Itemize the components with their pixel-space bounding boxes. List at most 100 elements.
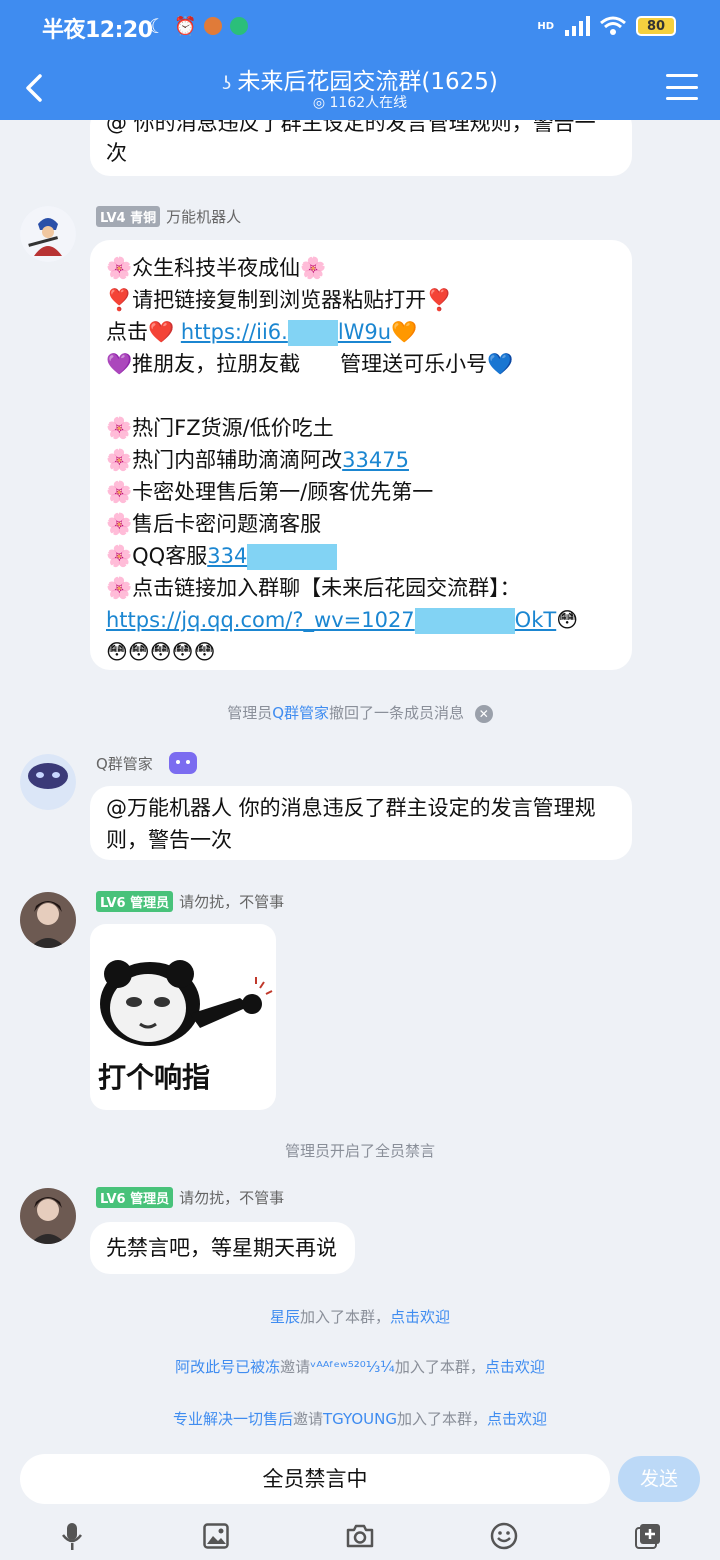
smiley-icon	[490, 1522, 518, 1550]
chat-header: ʖ 未来后花园交流群(1625) ◎ 1162人在线	[0, 56, 720, 120]
message-line: 🌸售后卡密问题滴客服	[106, 512, 322, 536]
menu-line	[666, 85, 698, 89]
camera-button[interactable]	[340, 1516, 380, 1556]
message-line: 🌸卡密处理售后第一/顾客优先第一	[106, 480, 434, 504]
system-message: 管理员开启了全员禁言	[284, 1142, 435, 1160]
system-message: 管理员Q群管家撤回了一条成员消息 ✕	[0, 702, 720, 723]
panda-meme-image	[100, 960, 273, 1046]
admin-avatar-icon	[20, 892, 76, 948]
message-link[interactable]: 33475	[342, 448, 409, 472]
message-text: 管理送可乐小号💙	[340, 352, 514, 376]
message-line: 🌸热门内部辅助滴滴阿改33475	[106, 444, 616, 476]
member-name[interactable]: TGYOUNG	[323, 1410, 397, 1428]
sender-name[interactable]: 请勿扰，不管事	[179, 891, 284, 912]
member-name[interactable]: 星辰	[270, 1308, 300, 1326]
message-bubble[interactable]: @ 你的消息违反了群主设定的发言管理规则，警告一次	[90, 120, 632, 176]
join-notice: 阿改此号已被冻邀请ᵛᴬᴬᶠᵉʷ⁵²⁰⅓¼加入了本群，点击欢迎	[0, 1356, 720, 1377]
avatar[interactable]	[20, 892, 76, 948]
chat-area[interactable]: @ 你的消息违反了群主设定的发言管理规则，警告一次 LV4 青铜 万能机器人 🌸…	[0, 120, 720, 1450]
welcome-link[interactable]: 点击欢迎	[485, 1358, 545, 1376]
avatar[interactable]	[20, 754, 76, 810]
status-right-icons: HD 80	[537, 16, 676, 36]
join-text: 邀请	[280, 1358, 311, 1376]
admin-avatar-icon	[20, 1188, 76, 1244]
avatar[interactable]	[20, 206, 76, 262]
welcome-link[interactable]: 点击欢迎	[487, 1410, 547, 1428]
online-icon: ◎	[312, 95, 330, 111]
message-link[interactable]: 334	[207, 544, 247, 568]
message-text: 🌸热门内部辅助滴滴阿改	[106, 448, 343, 472]
robot-badge-icon	[168, 752, 197, 774]
message-link[interactable]: OkT	[515, 608, 557, 632]
message-text: @万能机器人 你的消息违反了群主设定的发言管理规则，警告一次	[106, 796, 596, 852]
message-text: 💜推朋友，拉朋友截	[106, 352, 301, 376]
microphone-icon	[62, 1523, 82, 1550]
member-name[interactable]: 阿改此号已被冻	[175, 1358, 280, 1376]
join-text: 加入了本群，	[397, 1410, 488, 1428]
join-notice: 星辰加入了本群，点击欢迎	[0, 1306, 720, 1327]
message-input[interactable]: 全员禁言中	[20, 1454, 610, 1504]
system-text: 管理员	[227, 704, 273, 722]
sender-line: LV6 管理员 请勿扰，不管事	[96, 1187, 284, 1208]
message-bubble[interactable]: 🌸众生科技半夜成仙🌸 ❣️请把链接复制到浏览器粘贴打开❣️ 点击❤️ https…	[90, 240, 632, 670]
app-notify-icon	[204, 17, 223, 35]
message-line: https://jq.qq.com/?_wv=1027 OkT😳	[106, 604, 616, 636]
close-icon[interactable]: ✕	[474, 705, 493, 723]
welcome-link[interactable]: 点击欢迎	[390, 1308, 450, 1326]
join-text: 加入了本群，	[394, 1358, 485, 1376]
message-line: 🌸众生科技半夜成仙🌸	[106, 256, 327, 280]
message-bubble[interactable]: 先禁言吧，等星期天再说	[90, 1222, 355, 1274]
message-line: 🌸点击链接加入群聊【未来后花园交流群】：	[106, 576, 521, 600]
send-button[interactable]: 发送	[618, 1456, 700, 1502]
image-icon	[203, 1523, 229, 1549]
group-title-wrap[interactable]: ʖ 未来后花园交流群(1625)	[0, 62, 720, 96]
more-button[interactable]	[628, 1516, 668, 1556]
robot-avatar-icon	[20, 754, 76, 810]
ear-icon: ʖ	[222, 73, 232, 94]
message-text: 😳	[556, 608, 579, 632]
message-line: 点击❤️ https://ii6. lW9u🧡	[106, 316, 616, 348]
message-text: 先禁言吧，等星期天再说	[106, 1236, 337, 1260]
join-notice: 专业解决一切售后邀请TGYOUNG加入了本群，点击欢迎	[0, 1408, 720, 1429]
message-text: @ 你的消息违反了群主设定的发言管理规则，警告一次	[106, 120, 596, 165]
message-link[interactable]: https://ii6.	[181, 320, 288, 344]
sender-line: LV4 青铜 万能机器人	[96, 206, 241, 227]
sticker-message[interactable]: 打个响指	[90, 924, 276, 1110]
join-text: 加入了本群，	[299, 1308, 390, 1326]
level-badge: LV4 青铜	[96, 206, 161, 227]
camera-icon	[346, 1524, 374, 1548]
level-badge: LV6 管理员	[96, 1187, 174, 1208]
redacted-block	[247, 544, 338, 570]
sender-line: Q群管家	[96, 752, 197, 774]
sender-line: LV6 管理员 请勿扰，不管事	[96, 891, 284, 912]
redacted-block	[414, 608, 515, 634]
sender-name[interactable]: Q群管家	[96, 753, 153, 774]
member-name[interactable]: 专业解决一切售后	[173, 1410, 293, 1428]
message-line: ❣️请把链接复制到浏览器粘贴打开❣️	[106, 288, 453, 312]
message-line: 💜推朋友，拉朋友截 管理送可乐小号💙	[106, 348, 616, 380]
voice-button[interactable]	[52, 1516, 92, 1556]
warrior-avatar-icon	[20, 206, 76, 262]
battery-icon: 80	[636, 16, 676, 36]
message-bubble[interactable]: @万能机器人 你的消息违反了群主设定的发言管理规则，警告一次	[90, 786, 632, 860]
member-name[interactable]: ᵛᴬᴬᶠᵉʷ⁵²⁰⅓¼	[310, 1358, 395, 1376]
input-area: 全员禁言中 发送	[0, 1448, 720, 1560]
message-link[interactable]: https://jq.qq.com/?_wv=1027	[106, 608, 415, 632]
message-link[interactable]: lW9u	[338, 320, 391, 344]
gallery-button[interactable]	[196, 1516, 236, 1556]
online-count: 1162人在线	[329, 95, 408, 111]
menu-button[interactable]	[666, 72, 698, 102]
message-line: 🌸热门FZ货源/低价吃土	[106, 416, 334, 440]
sender-name[interactable]: 万能机器人	[166, 206, 241, 227]
system-text: 撤回了一条成员消息	[329, 704, 465, 722]
plus-square-icon	[635, 1524, 660, 1549]
message-line: 🌸QQ客服334	[106, 540, 616, 572]
message-text: 🌸QQ客服	[106, 544, 208, 568]
emoji-button[interactable]	[484, 1516, 524, 1556]
wifi-icon	[600, 16, 626, 35]
system-link[interactable]: Q群管家	[272, 704, 329, 722]
avatar[interactable]	[20, 1188, 76, 1244]
message-line: 😳😳😳😳😳	[106, 640, 216, 664]
sender-name[interactable]: 请勿扰，不管事	[179, 1187, 284, 1208]
